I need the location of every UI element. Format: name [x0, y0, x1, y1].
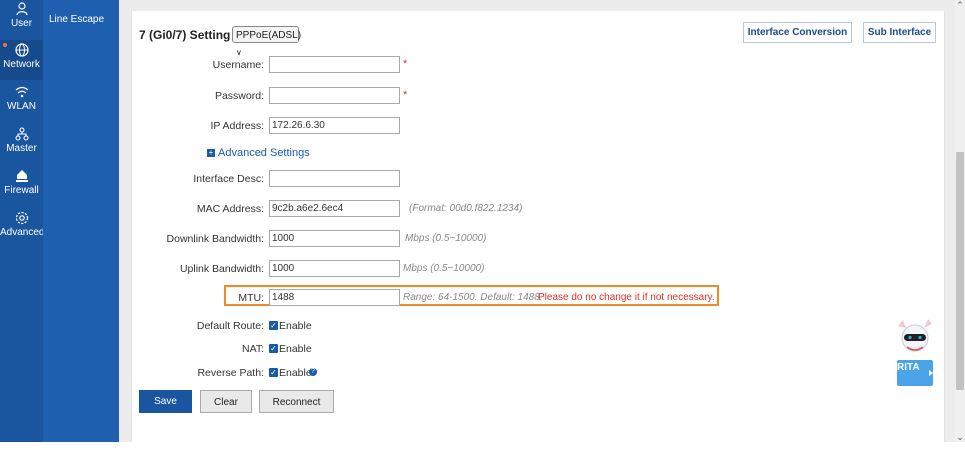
- expand-icon: +: [207, 148, 215, 158]
- advanced-settings-label: Advanced Settings: [218, 147, 310, 159]
- master-icon: [14, 127, 29, 141]
- mtu-input[interactable]: 1488: [269, 289, 400, 306]
- scroll-thumb[interactable]: [956, 152, 964, 390]
- nav-label-wlan: WLAN: [7, 101, 36, 112]
- bottom-strip: [0, 442, 965, 450]
- reverse-path-enable-label: Enable: [279, 367, 312, 379]
- downlink-range-hint: Mbps (0.5~10000): [405, 233, 487, 244]
- main-nav: User Network WLAN Master Firewall Advanc…: [0, 0, 45, 442]
- nat-enable-label: Enable: [279, 343, 312, 355]
- nav-item-network[interactable]: Network: [0, 40, 43, 80]
- network-icon: [14, 43, 29, 57]
- robot-assistant-icon[interactable]: [893, 318, 937, 388]
- nav-item-advanced[interactable]: Advanced: [0, 208, 45, 248]
- uplink-range-hint: Mbps (0.5~10000): [403, 263, 485, 274]
- ip-address-label: IP Address:: [210, 120, 264, 132]
- clear-button[interactable]: Clear: [200, 390, 252, 413]
- vertical-scrollbar[interactable]: ⌃ ⌄: [955, 0, 965, 442]
- mtu-label: MTU:: [238, 292, 264, 304]
- uplink-bandwidth-label: Uplink Bandwidth:: [179, 263, 264, 275]
- nav-item-user[interactable]: User: [0, 0, 43, 40]
- nav-label-master: Master: [6, 143, 37, 154]
- connection-mode-select[interactable]: PPPoE(ADSL) ∨: [232, 26, 302, 57]
- username-label: Username:: [212, 59, 264, 71]
- save-button[interactable]: Save: [139, 390, 192, 413]
- username-input[interactable]: [269, 56, 400, 73]
- mac-format-hint: (Format: 00d0.f822.1234): [409, 203, 523, 214]
- default-route-checkbox[interactable]: ✓: [269, 321, 278, 330]
- sub-interface-button[interactable]: Sub Interface: [863, 22, 936, 43]
- sub-nav: Line Escape: [43, 0, 119, 442]
- wifi-icon: [15, 86, 28, 98]
- mtu-warning-text: Please do no change it if not necessary.: [538, 292, 715, 303]
- active-dot: [3, 43, 7, 47]
- reverse-path-checkbox[interactable]: ✓: [269, 368, 278, 377]
- ip-address-input[interactable]: 172.26.6.30: [269, 117, 400, 134]
- help-icon[interactable]: ?: [309, 368, 317, 376]
- nav-label-network: Network: [3, 59, 40, 70]
- downlink-bandwidth-label: Downlink Bandwidth:: [166, 233, 264, 245]
- interface-desc-label: Interface Desc:: [193, 173, 264, 185]
- chevron-down-icon: ∨: [236, 48, 242, 57]
- nat-checkbox[interactable]: ✓: [269, 344, 278, 353]
- scroll-up-arrow-icon[interactable]: ⌃: [955, 0, 965, 10]
- default-route-label: Default Route:: [196, 320, 264, 332]
- mac-address-label: MAC Address:: [196, 203, 264, 215]
- password-label: Password:: [214, 90, 264, 102]
- uplink-bandwidth-input[interactable]: 1000: [269, 260, 400, 277]
- nav-label-user: User: [10, 18, 33, 29]
- required-marker: *: [403, 58, 408, 70]
- reconnect-button[interactable]: Reconnect: [259, 390, 334, 413]
- required-marker: *: [403, 89, 408, 101]
- nav-label-advanced: Advanced: [0, 227, 45, 238]
- advanced-settings-toggle[interactable]: + Advanced Settings: [207, 147, 310, 159]
- password-input[interactable]: [269, 87, 400, 104]
- assistant-label: RITA: [897, 362, 920, 373]
- nav-item-firewall[interactable]: Firewall: [0, 166, 43, 206]
- reverse-path-label: Reverse Path:: [197, 367, 264, 379]
- user-icon: [15, 2, 28, 16]
- mtu-range-hint: Range: 64-1500. Default: 1488.: [403, 292, 543, 303]
- page-title: 7 (Gi0/7) Setting: [139, 28, 231, 42]
- nav-item-wlan[interactable]: WLAN: [0, 82, 43, 122]
- default-route-enable-label: Enable: [279, 320, 312, 332]
- nav-label-firewall: Firewall: [4, 185, 39, 196]
- gear-icon: [15, 211, 28, 225]
- nav-item-master[interactable]: Master: [0, 124, 43, 164]
- downlink-bandwidth-input[interactable]: 1000: [269, 230, 400, 247]
- connection-mode-value: PPPoE(ADSL): [236, 30, 302, 41]
- scroll-down-arrow-icon[interactable]: ⌄: [955, 432, 965, 442]
- interface-desc-input[interactable]: [269, 170, 400, 187]
- firewall-icon: [15, 170, 28, 182]
- interface-conversion-button[interactable]: Interface Conversion: [743, 22, 852, 43]
- mac-address-input[interactable]: 9c2b.a6e2.6ec4: [269, 200, 400, 217]
- nat-label: NAT:: [242, 343, 264, 355]
- subnav-item-line-escape[interactable]: Line Escape: [49, 14, 104, 25]
